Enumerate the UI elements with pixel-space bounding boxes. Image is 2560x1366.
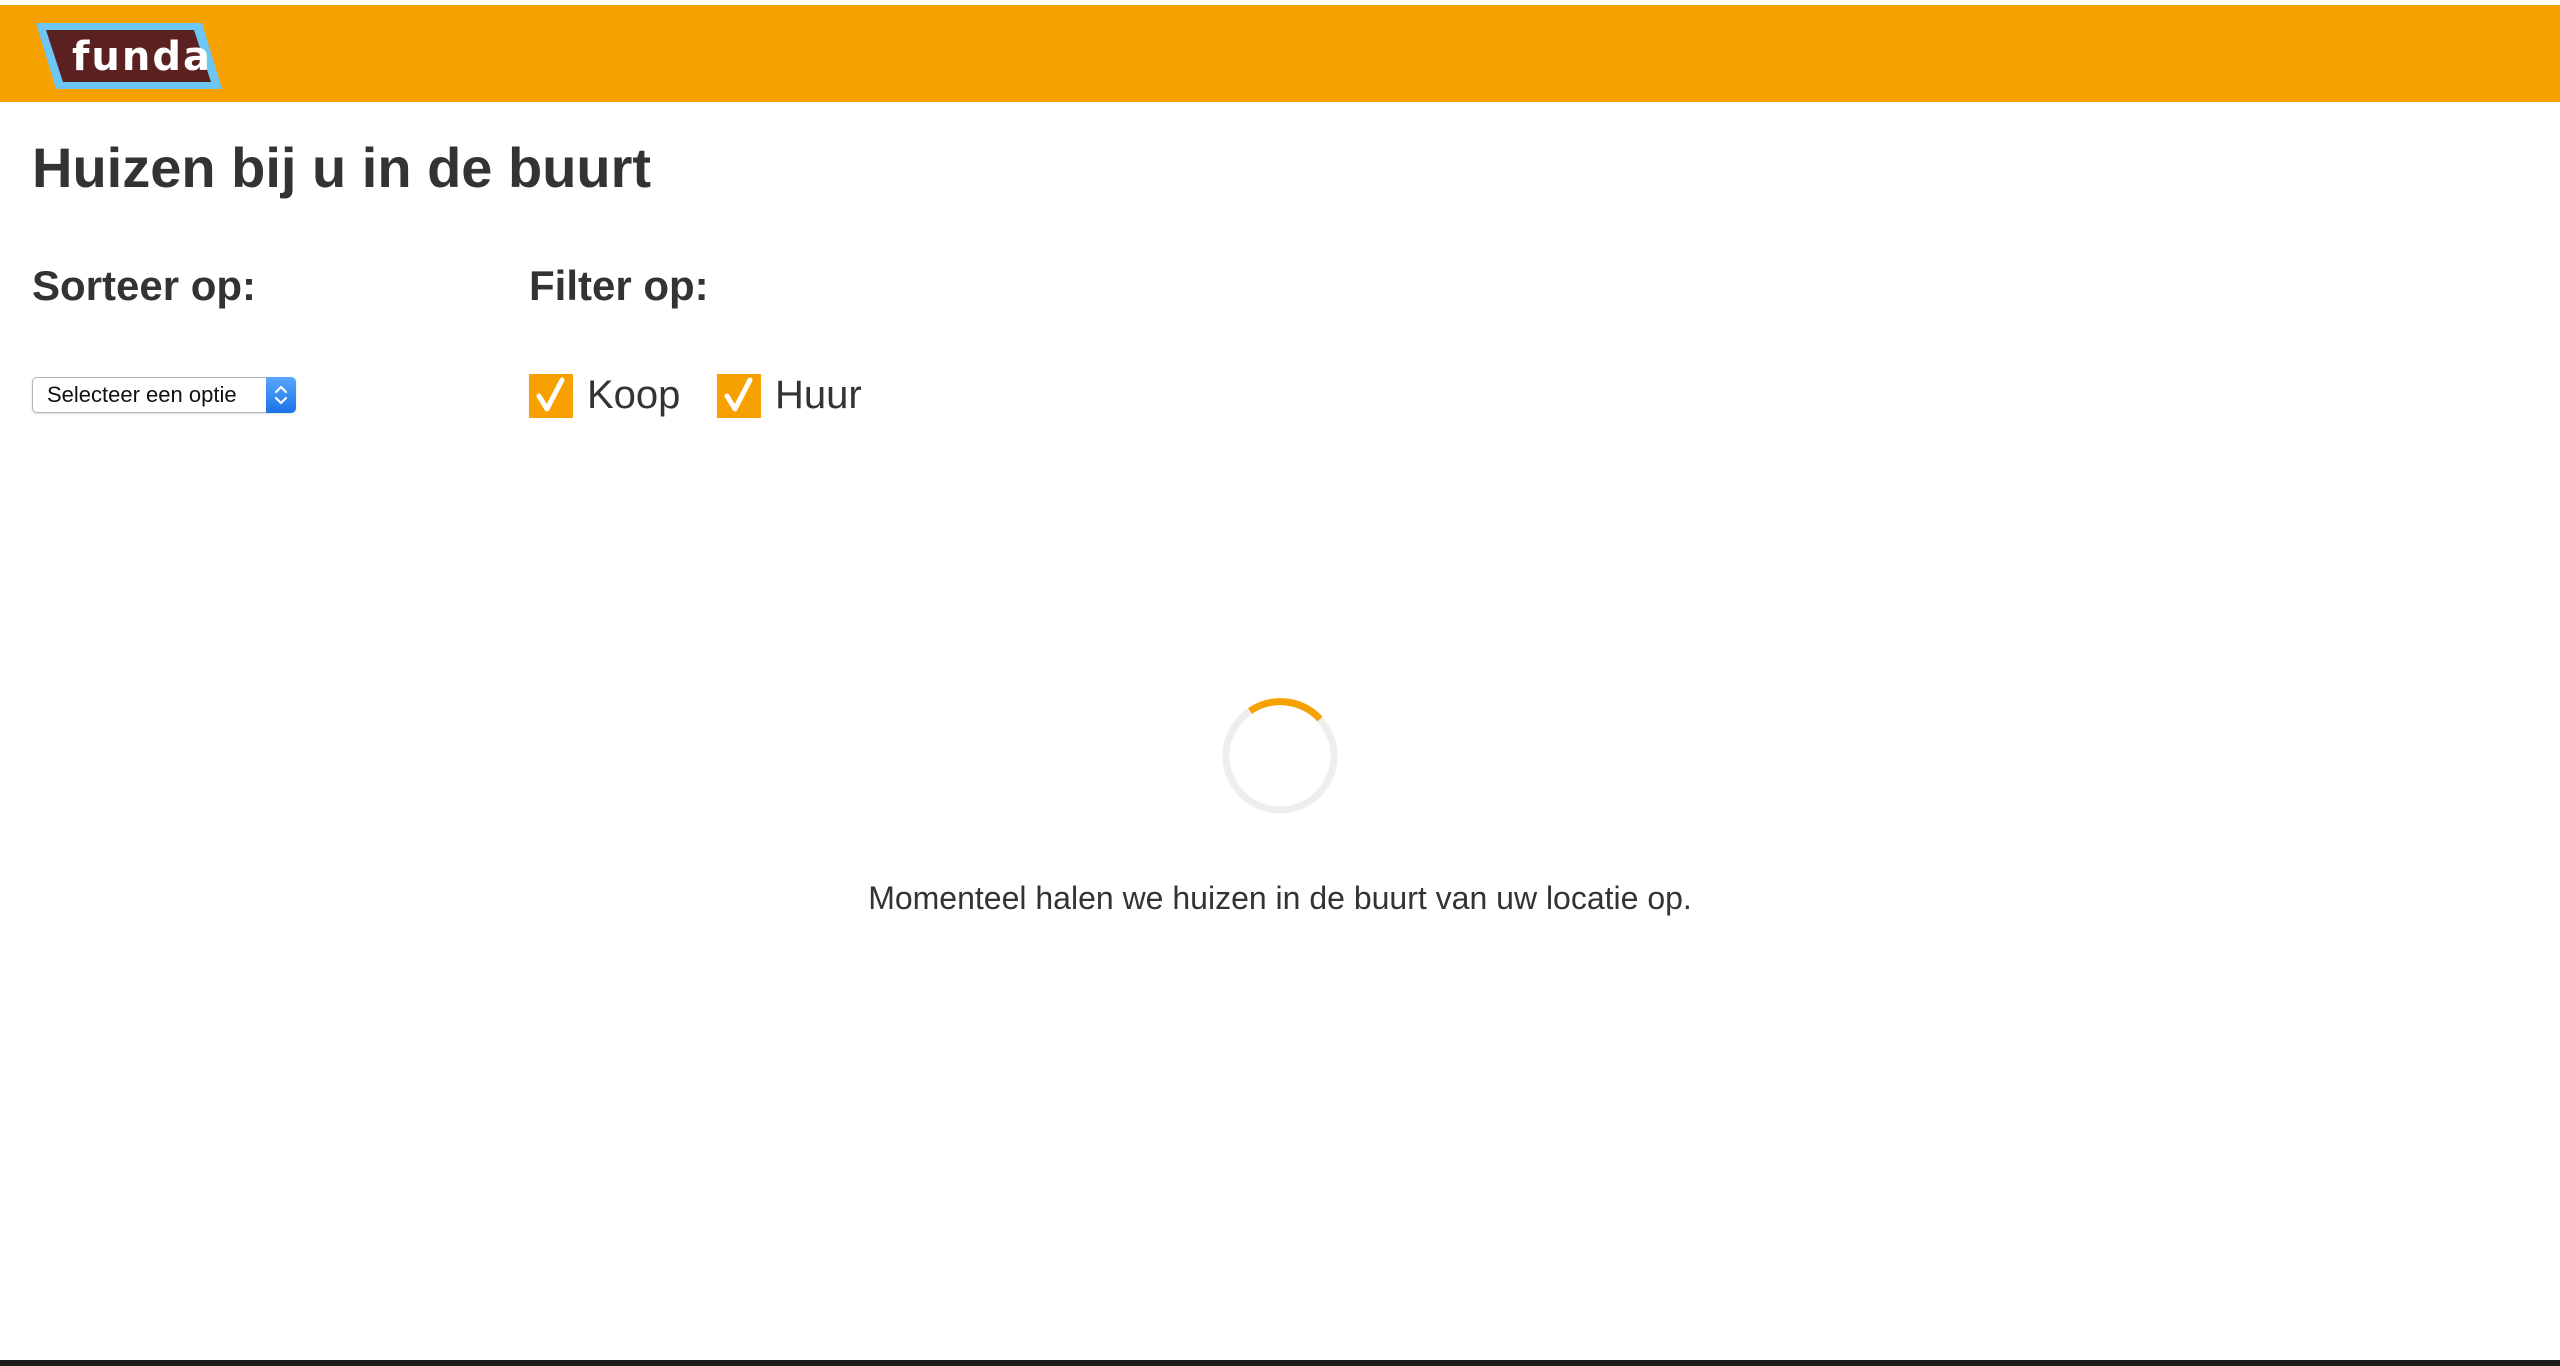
koop-checkbox[interactable] — [529, 374, 573, 418]
sort-heading: Sorteer op: — [32, 262, 257, 309]
huur-label: Huur — [775, 373, 862, 417]
chevron-up-down-icon — [266, 377, 296, 413]
sort-select[interactable]: Selecteer een optie — [32, 377, 296, 413]
page: funda Huizen bij u in de buurt Sorteer o… — [0, 0, 2560, 1366]
logo-text: funda — [72, 34, 212, 80]
page-title: Huizen bij u in de buurt — [32, 136, 652, 199]
loading-message: Momenteel halen we huizen in de buurt va… — [868, 880, 1692, 916]
checkmark-icon — [536, 377, 565, 412]
site-header: funda — [0, 5, 2560, 102]
sort-select-value: Selecteer een optie — [47, 382, 237, 407]
loading-spinner-icon — [1220, 696, 1340, 816]
checkmark-icon — [724, 377, 753, 412]
funda-logo[interactable]: funda — [34, 21, 226, 93]
filter-heading: Filter op: — [529, 262, 709, 309]
huur-checkbox[interactable] — [717, 374, 761, 418]
koop-label: Koop — [587, 373, 681, 417]
